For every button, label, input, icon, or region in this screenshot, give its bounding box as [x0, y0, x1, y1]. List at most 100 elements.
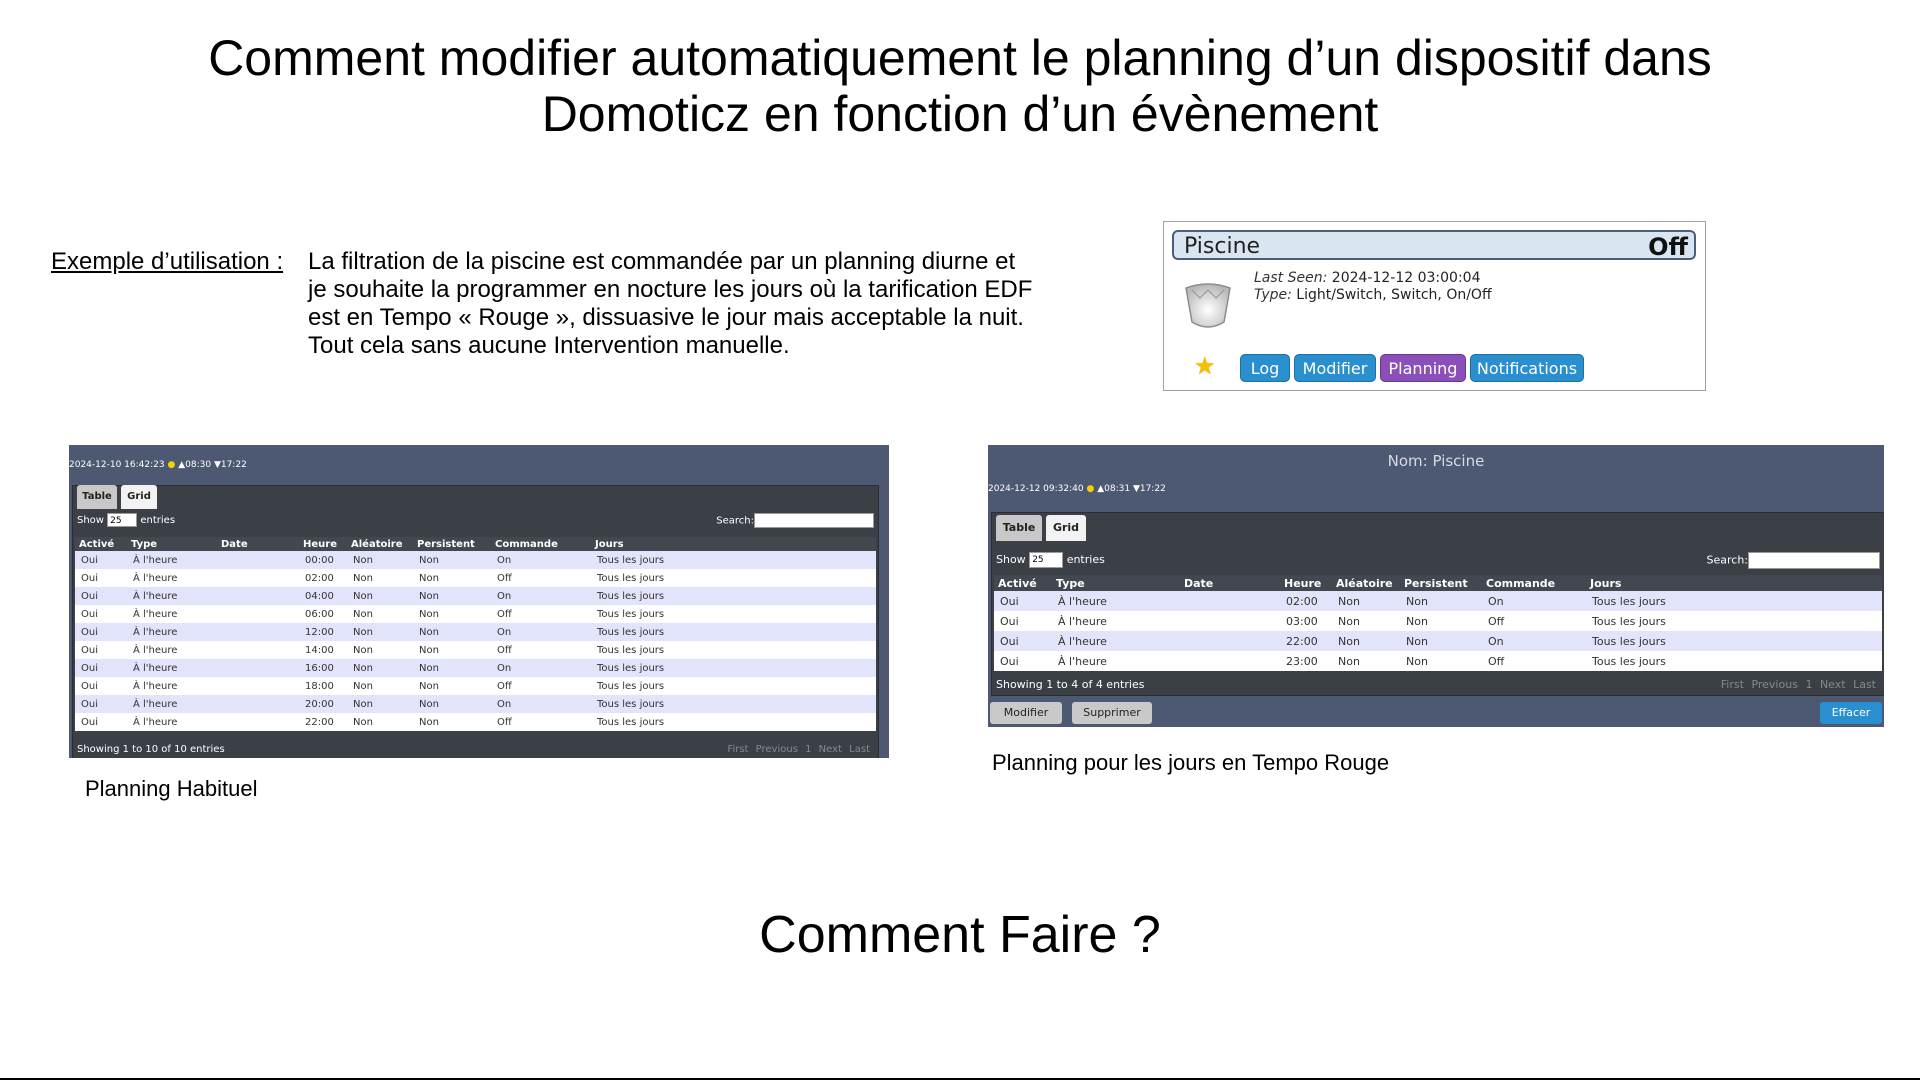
table-cell: 23:00 [1286, 654, 1318, 668]
table-cell: Oui [81, 644, 98, 656]
tab-grid[interactable]: Grid [121, 485, 157, 509]
notifications-button[interactable]: Notifications [1470, 354, 1584, 382]
type-label: Type: [1254, 287, 1292, 303]
column-header[interactable]: Persistent [413, 537, 491, 551]
table-cell: Non [1338, 634, 1360, 648]
entries-label: entries [1066, 553, 1105, 566]
pager-last[interactable]: Last [1853, 678, 1876, 691]
sunrise-time: ▲08:31 [1097, 484, 1131, 494]
table-row[interactable]: Oui À l'heure 00:00 Non Non On Tous les jours [75, 551, 876, 569]
search-area: Search: [1707, 552, 1880, 569]
search-input[interactable] [1748, 552, 1880, 569]
table-row[interactable]: Oui À l'heure 22:00 Non Non Off Tous les jours [75, 713, 876, 731]
pager-next[interactable]: Next [819, 744, 842, 755]
modifier-button[interactable]: Modifier [1294, 354, 1376, 382]
search-area: Search: [716, 513, 874, 528]
table-row[interactable]: Oui À l'heure 23:00 Non Non Off Tous les jours [994, 651, 1882, 671]
effacer-button[interactable]: Effacer [1820, 702, 1882, 724]
table-cell: À l'heure [1058, 654, 1107, 668]
table-cell [217, 695, 299, 713]
table-cell: 22:00 [1286, 634, 1318, 648]
table-cell: On [497, 626, 512, 638]
table-cell: On [497, 590, 512, 602]
table-cell: Oui [1000, 614, 1019, 628]
log-button[interactable]: Log [1240, 354, 1290, 382]
table-cell: À l'heure [133, 626, 178, 638]
column-header[interactable]: Commande [1482, 575, 1586, 591]
table-cell: Non [419, 680, 439, 692]
pager-next[interactable]: Next [1820, 678, 1846, 691]
pager-first[interactable]: First [727, 744, 748, 755]
table-cell: Tous les jours [597, 662, 665, 674]
search-input[interactable] [754, 513, 874, 528]
column-header[interactable]: Heure [1280, 575, 1332, 591]
table-cell: Oui [81, 662, 98, 674]
star-icon[interactable]: ★ [1194, 352, 1216, 380]
column-header[interactable]: Activé [994, 575, 1052, 591]
sunset-time: ▼17:22 [1132, 484, 1166, 494]
table-cell: Off [1488, 614, 1505, 628]
table-cell: On [1488, 634, 1504, 648]
tab-table[interactable]: Table [996, 515, 1042, 541]
example-line: est en Tempo « Rouge », dissuasive le jo… [308, 304, 1024, 331]
table-cell [217, 659, 299, 677]
pager-previous[interactable]: Previous [756, 744, 798, 755]
table-cell: 04:00 [305, 590, 334, 602]
table-cell: Oui [1000, 634, 1019, 648]
table-row[interactable]: Oui À l'heure 18:00 Non Non Off Tous les jours [75, 677, 876, 695]
pager-previous[interactable]: Previous [1751, 678, 1798, 691]
column-header[interactable]: Jours [591, 537, 876, 551]
tab-table[interactable]: Table [77, 485, 117, 509]
table-row[interactable]: Oui À l'heure 16:00 Non Non On Tous les jours [75, 659, 876, 677]
pager-first[interactable]: First [1721, 678, 1744, 691]
modifier-button[interactable]: Modifier [990, 702, 1062, 724]
table-row[interactable]: Oui À l'heure 06:00 Non Non Off Tous les jours [75, 605, 876, 623]
table-row[interactable]: Oui À l'heure 12:00 Non Non On Tous les jours [75, 623, 876, 641]
column-header[interactable]: Jours [1586, 575, 1882, 591]
column-header[interactable]: Aléatoire [347, 537, 413, 551]
table-cell: Non [353, 572, 373, 584]
entries-select[interactable]: 25 [1029, 552, 1064, 568]
column-header[interactable]: Commande [491, 537, 591, 551]
column-header[interactable]: Type [127, 537, 217, 551]
supprimer-button[interactable]: Supprimer [1072, 702, 1152, 724]
table-cell: Non [353, 644, 373, 656]
column-header[interactable]: Date [1180, 575, 1280, 591]
pager-page[interactable]: 1 [1805, 678, 1812, 691]
table-row[interactable]: Oui À l'heure 02:00 Non Non On Tous les jours [994, 591, 1882, 611]
show-label: Show [77, 515, 104, 526]
column-header[interactable]: Type [1052, 575, 1180, 591]
column-header[interactable]: Date [217, 537, 299, 551]
table-cell: Non [1338, 614, 1360, 628]
column-header[interactable]: Persistent [1400, 575, 1482, 591]
table-row[interactable]: Oui À l'heure 20:00 Non Non On Tous les jours [75, 695, 876, 713]
device-card: Piscine Off Last Seen: 2024-12-12 03:00:… [1163, 221, 1706, 391]
table-cell: À l'heure [133, 680, 178, 692]
column-header[interactable]: Heure [299, 537, 347, 551]
table-row[interactable]: Oui À l'heure 03:00 Non Non Off Tous les jours [994, 611, 1882, 631]
tab-grid[interactable]: Grid [1046, 515, 1086, 541]
table-cell: Off [497, 572, 512, 584]
table-cell: 16:00 [305, 662, 334, 674]
column-header[interactable]: Activé [75, 537, 127, 551]
table-cell: Non [419, 554, 439, 566]
table-cell: Non [353, 662, 373, 674]
sun-icon: ● [167, 460, 176, 470]
planning-button[interactable]: Planning [1380, 354, 1466, 382]
table-cell: Tous les jours [597, 680, 665, 692]
table-cell: Non [1406, 634, 1428, 648]
table-row[interactable]: Oui À l'heure 04:00 Non Non On Tous les jours [75, 587, 876, 605]
pager-page[interactable]: 1 [805, 744, 811, 755]
entries-select[interactable]: 25 [107, 513, 138, 527]
show-entries: Show 25 entries [996, 552, 1105, 568]
switch-bulb-icon[interactable] [1178, 278, 1238, 334]
table-row[interactable]: Oui À l'heure 02:00 Non Non Off Tous les jours [75, 569, 876, 587]
column-header[interactable]: Aléatoire [1332, 575, 1400, 591]
table-cell: Oui [81, 680, 98, 692]
table-row[interactable]: Oui À l'heure 14:00 Non Non Off Tous les jours [75, 641, 876, 659]
show-entries: Show 25 entries [77, 513, 175, 527]
table-cell [1180, 591, 1280, 611]
table-cell: Non [1338, 654, 1360, 668]
pager-last[interactable]: Last [849, 744, 870, 755]
table-row[interactable]: Oui À l'heure 22:00 Non Non On Tous les jours [994, 631, 1882, 651]
